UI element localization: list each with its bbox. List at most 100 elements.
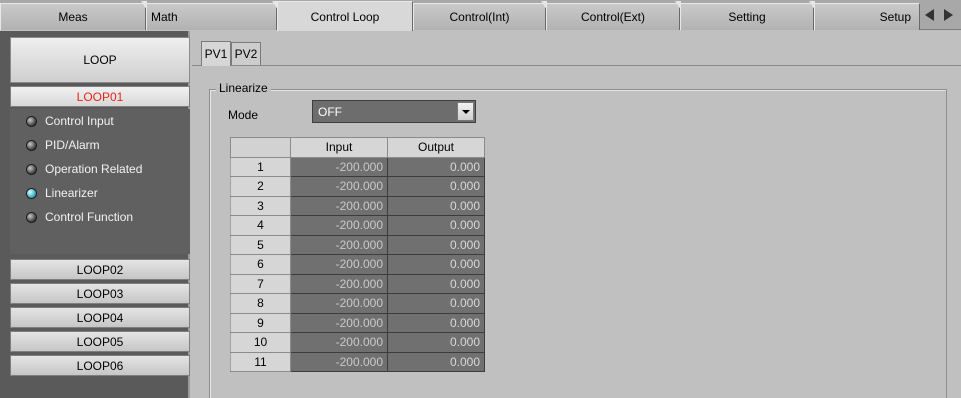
- table-header-row: Input Output: [230, 137, 485, 158]
- row-index: 2: [230, 176, 291, 197]
- input-cell[interactable]: -200.000: [290, 273, 388, 294]
- tab-control-loop[interactable]: Control Loop: [277, 1, 413, 31]
- output-cell[interactable]: 0.000: [387, 254, 485, 275]
- input-cell[interactable]: -200.000: [290, 215, 388, 236]
- row-index: 5: [230, 234, 291, 255]
- scroll-right-arrow-icon[interactable]: [944, 9, 953, 21]
- table-row: 7 -200.000 0.000: [230, 273, 485, 294]
- output-cell[interactable]: 0.000: [387, 176, 485, 197]
- row-index: 4: [230, 215, 291, 236]
- menu-item-label: Operation Related: [45, 162, 143, 176]
- input-cell[interactable]: -200.000: [290, 293, 388, 314]
- tab-meas-label: Meas: [58, 10, 88, 24]
- table-row: 4 -200.000 0.000: [230, 215, 485, 236]
- tab-setup-label: Setup: [879, 10, 911, 24]
- output-cell[interactable]: 0.000: [387, 273, 485, 294]
- menu-item-control-input[interactable]: Control Input: [10, 109, 190, 133]
- tab-setting-label: Setting: [728, 10, 766, 24]
- row-index: 9: [230, 312, 291, 333]
- table-row: 3 -200.000 0.000: [230, 195, 485, 216]
- scroll-left-arrow-icon[interactable]: [925, 9, 934, 21]
- loop01-label: LOOP01: [76, 89, 124, 104]
- output-cell[interactable]: 0.000: [387, 351, 485, 372]
- loop-label: LOOP03: [76, 286, 124, 301]
- output-cell[interactable]: 0.000: [387, 195, 485, 216]
- row-index: 6: [230, 254, 291, 275]
- tab-control-ext-label: Control(Ext): [580, 10, 645, 24]
- output-cell[interactable]: 0.000: [387, 234, 485, 255]
- tab-setup[interactable]: Setup: [814, 3, 920, 30]
- row-index: 1: [230, 156, 291, 177]
- tab-control-loop-label: Control Loop: [310, 9, 380, 24]
- table-row: 10 -200.000 0.000: [230, 332, 485, 353]
- input-cell[interactable]: -200.000: [290, 332, 388, 353]
- row-index: 10: [230, 332, 291, 353]
- loop05-button[interactable]: LOOP05: [10, 331, 190, 352]
- output-cell[interactable]: 0.000: [387, 312, 485, 333]
- output-cell[interactable]: 0.000: [387, 332, 485, 353]
- input-column-header: Input: [290, 137, 388, 158]
- input-cell[interactable]: -200.000: [290, 234, 388, 255]
- led-off-icon: [26, 115, 37, 127]
- tab-scroll-arrows: [919, 6, 959, 24]
- output-cell[interactable]: 0.000: [387, 293, 485, 314]
- led-off-icon: [26, 163, 37, 175]
- table-row: 6 -200.000 0.000: [230, 254, 485, 275]
- tab-setting[interactable]: Setting: [680, 1, 815, 30]
- main-panel: PV1 PV2 Linearize Mode OFF Input Output …: [192, 31, 961, 398]
- tab-math[interactable]: Math: [146, 1, 278, 30]
- led-off-icon: [26, 139, 37, 151]
- table-row: 9 -200.000 0.000: [230, 312, 485, 333]
- output-cell[interactable]: 0.000: [387, 215, 485, 236]
- menu-item-linearizer[interactable]: Linearizer: [10, 181, 190, 205]
- mode-value: OFF: [318, 104, 342, 119]
- tab-meas[interactable]: Meas: [0, 1, 147, 30]
- input-cell[interactable]: -200.000: [290, 195, 388, 216]
- tab-control-int[interactable]: Control(Int): [413, 1, 547, 30]
- menu-item-label: Control Function: [45, 210, 134, 224]
- table-row: 2 -200.000 0.000: [230, 176, 485, 197]
- dropdown-arrow-icon[interactable]: [457, 102, 474, 121]
- mode-label: Mode: [228, 108, 259, 122]
- table-corner-cell: [230, 137, 291, 158]
- loop06-button[interactable]: LOOP06: [10, 355, 190, 376]
- row-index: 8: [230, 293, 291, 314]
- menu-item-label: Linearizer: [45, 186, 98, 200]
- loop-label: LOOP04: [76, 310, 124, 325]
- loop02-button[interactable]: LOOP02: [10, 259, 190, 280]
- loop04-button[interactable]: LOOP04: [10, 307, 190, 328]
- linearize-table: Input Output 1 -200.000 0.000 2 -200.000…: [230, 137, 485, 372]
- loop-sidebar: LOOP LOOP01 Control Input PID/Alarm Oper…: [0, 31, 190, 398]
- output-column-header: Output: [387, 137, 485, 158]
- loop03-button[interactable]: LOOP03: [10, 283, 190, 304]
- table-row: 1 -200.000 0.000: [230, 156, 485, 177]
- input-cell[interactable]: -200.000: [290, 351, 388, 372]
- subtab-divider: [192, 65, 961, 66]
- input-cell[interactable]: -200.000: [290, 176, 388, 197]
- subtab-pv2[interactable]: PV2: [231, 42, 261, 65]
- input-cell[interactable]: -200.000: [290, 156, 388, 177]
- menu-item-pid-alarm[interactable]: PID/Alarm: [10, 133, 190, 157]
- menu-item-operation-related[interactable]: Operation Related: [10, 157, 190, 181]
- subtab-pv1[interactable]: PV1: [201, 41, 231, 66]
- loop-header-button[interactable]: LOOP: [10, 37, 190, 83]
- tab-control-int-label: Control(Int): [449, 10, 510, 24]
- loop-header-label: LOOP: [83, 53, 117, 67]
- subtab-label: PV2: [234, 47, 258, 61]
- menu-item-label: PID/Alarm: [45, 138, 100, 152]
- loop-label: LOOP06: [76, 358, 124, 373]
- table-row: 8 -200.000 0.000: [230, 293, 485, 314]
- group-title: Linearize: [216, 81, 271, 95]
- tab-control-ext[interactable]: Control(Ext): [546, 1, 681, 30]
- mode-select[interactable]: OFF: [312, 100, 476, 123]
- input-cell[interactable]: -200.000: [290, 312, 388, 333]
- tab-math-label: Math: [151, 10, 178, 24]
- output-cell[interactable]: 0.000: [387, 156, 485, 177]
- loop01-menu: Control Input PID/Alarm Operation Relate…: [10, 109, 190, 254]
- subtab-label: PV1: [204, 47, 228, 61]
- input-cell[interactable]: -200.000: [290, 254, 388, 275]
- menu-item-control-function[interactable]: Control Function: [10, 205, 190, 229]
- loop01-button[interactable]: LOOP01: [10, 86, 190, 107]
- table-row: 11 -200.000 0.000: [230, 351, 485, 372]
- led-on-icon: [26, 187, 37, 199]
